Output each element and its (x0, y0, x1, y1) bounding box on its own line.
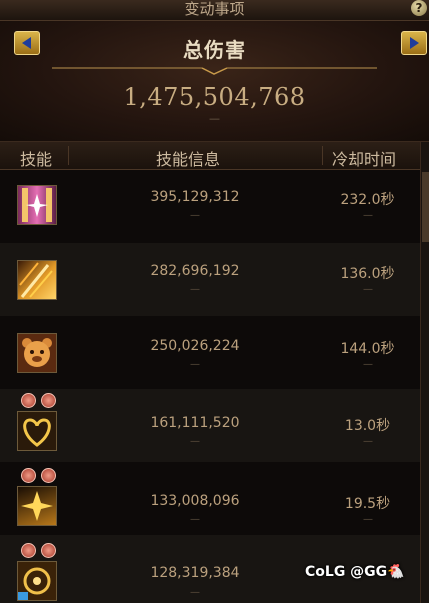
damage-value: 128,319,384 (150, 565, 240, 581)
damage-value: 250,026,224 (150, 338, 240, 354)
title-bar: 变动事项 ? (0, 0, 429, 21)
watermark: CoLG @GG🐔 (305, 564, 405, 580)
skill-list[interactable]: 395,129,312 — 232.0秒 — 282,696,192 — 136… (0, 170, 420, 603)
dash: — (363, 514, 373, 525)
column-skill: 技能 (20, 150, 53, 169)
column-separator (68, 146, 69, 165)
cooldown-value: 19.5秒 (344, 496, 391, 512)
dash: — (363, 210, 373, 221)
damage-value: 161,111,520 (150, 415, 240, 431)
column-separator (322, 146, 323, 165)
total-damage-value: 1,475,504,768 (123, 83, 306, 111)
buff-badge-icon (41, 543, 56, 558)
buff-badges (21, 393, 61, 408)
buff-badges (21, 543, 61, 558)
dash: — (190, 587, 200, 598)
pink-pillar-skill-icon (17, 185, 57, 225)
damage-value: 395,129,312 (150, 189, 240, 205)
golden-rune-skill-icon (17, 561, 57, 601)
dash: — (190, 359, 200, 370)
table-row[interactable]: 282,696,192 — 136.0秒 — (0, 243, 420, 316)
window-title: 变动事项 (184, 0, 245, 18)
damage-value: 133,008,096 (150, 493, 240, 509)
table-row[interactable]: 250,026,224 — 144.0秒 — (0, 316, 420, 389)
buff-badge-icon (21, 393, 36, 408)
dash: — (190, 210, 200, 221)
table-row[interactable]: 395,129,312 — 232.0秒 — (0, 170, 420, 243)
cooldown-value: 144.0秒 (340, 341, 395, 357)
buff-badges (21, 468, 61, 483)
cooldown-value: 13.0秒 (344, 418, 391, 434)
column-header: 技能 技能信息 冷却时间 (0, 142, 429, 170)
golden-slash-skill-icon (17, 260, 57, 300)
dash: — (363, 284, 373, 295)
golden-burst-skill-icon (17, 486, 57, 526)
golden-heart-skill-icon (17, 411, 57, 451)
damage-value: 282,696,192 (150, 263, 240, 279)
dash: — (190, 436, 200, 447)
help-icon[interactable]: ? (411, 0, 427, 16)
scrollbar-thumb[interactable] (422, 172, 429, 242)
ornament-divider (52, 67, 377, 75)
dash: — (190, 284, 200, 295)
buff-badge-icon (41, 468, 56, 483)
total-damage-panel: 总伤害 1,475,504,768 — (0, 21, 429, 142)
table-row[interactable]: 133,008,096 — 19.5秒 — (0, 462, 420, 535)
dash: — (363, 359, 373, 370)
cooldown-value: 232.0秒 (340, 192, 395, 208)
cooldown-value: 136.0秒 (340, 266, 395, 282)
column-cooldown: 冷却时间 (332, 150, 397, 169)
bear-skill-icon (17, 333, 57, 373)
buff-badge-icon (21, 543, 36, 558)
total-damage-dash: — (209, 112, 220, 125)
scrollbar[interactable] (420, 142, 429, 603)
buff-badge-icon (41, 393, 56, 408)
total-damage-label: 总伤害 (183, 38, 246, 62)
dash: — (190, 514, 200, 525)
buff-badge-icon (21, 468, 36, 483)
dash: — (363, 436, 373, 447)
table-row[interactable]: 161,111,520 — 13.0秒 — (0, 389, 420, 462)
column-skill-info: 技能信息 (156, 150, 221, 169)
